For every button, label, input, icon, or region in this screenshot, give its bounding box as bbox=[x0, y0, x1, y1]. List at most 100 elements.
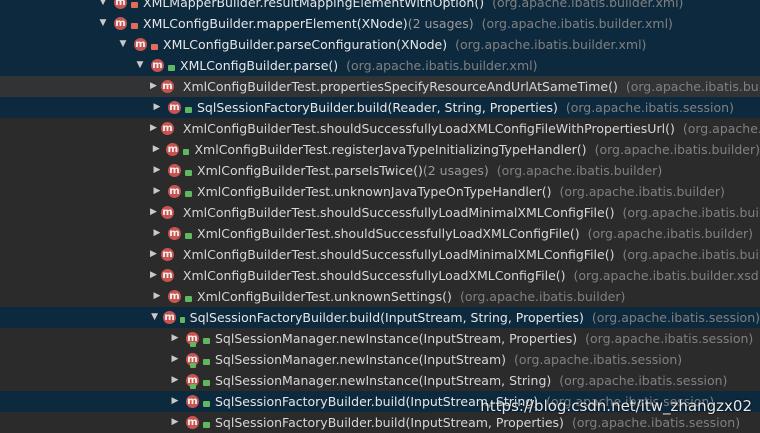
expand-arrow-icon[interactable]: ▶ bbox=[168, 328, 182, 349]
expand-arrow-icon[interactable]: ▶ bbox=[150, 160, 164, 181]
method-icon bbox=[163, 307, 177, 328]
package-name: (org.apache.ibatis.session) bbox=[565, 100, 734, 115]
tree-row[interactable]: ▶ XmlConfigBuilderTest.shouldSuccessfull… bbox=[0, 223, 760, 244]
tree-row[interactable]: ▶ XmlConfigBuilderTest.shouldSuccessfull… bbox=[0, 244, 760, 265]
tree-row[interactable]: ▶ XmlConfigBuilderTest.unknownSettings()… bbox=[0, 286, 760, 307]
tree-row[interactable]: ▼ XMLConfigBuilder.parse() (org.apache.i… bbox=[0, 55, 760, 76]
method-name: XMLMapperBuilder.resultMappingElementWit… bbox=[143, 0, 485, 10]
method-icon bbox=[166, 139, 180, 160]
static-method-icon bbox=[186, 370, 199, 391]
expand-arrow-icon[interactable]: ▼ bbox=[133, 55, 147, 76]
method-name: XmlConfigBuilderTest.parseIsTwice() bbox=[197, 163, 423, 178]
package-name: (org.apache.ibatis.session) bbox=[514, 352, 683, 367]
static-overlay-icon bbox=[190, 342, 196, 347]
expand-arrow-icon[interactable]: ▼ bbox=[116, 34, 130, 55]
method-name: XmlConfigBuilderTest.unknownJavaTypeOnTy… bbox=[197, 184, 552, 199]
expand-arrow-icon[interactable]: ▶ bbox=[150, 181, 164, 202]
tree-row[interactable]: ▶ SqlSessionManager.newInstance(InputStr… bbox=[0, 328, 760, 349]
method-name: XmlConfigBuilderTest.propertiesSpecifyRe… bbox=[182, 79, 618, 94]
tree-row[interactable]: ▶ XmlConfigBuilderTest.propertiesSpecify… bbox=[0, 76, 760, 97]
package-name: (org.apache.ibatis.builder.xml) bbox=[455, 37, 647, 52]
expand-arrow-icon[interactable]: ▶ bbox=[150, 265, 157, 286]
public-icon bbox=[203, 379, 210, 386]
static-overlay-icon bbox=[190, 363, 196, 368]
package-name: (org.apache.ibatis.builder.xsd) bbox=[573, 268, 760, 283]
package-name: (org.apache.ibatis.builder bbox=[622, 205, 760, 220]
tree-row[interactable]: ▶ SqlSessionFactoryBuilder.build(InputSt… bbox=[0, 412, 760, 433]
expand-arrow-icon[interactable]: ▶ bbox=[168, 412, 182, 433]
method-name: XmlConfigBuilderTest.shouldSuccessfullyL… bbox=[182, 247, 615, 262]
method-icon bbox=[186, 412, 199, 433]
expand-arrow-icon[interactable]: ▶ bbox=[150, 97, 164, 118]
package-name: (org.apache.iba bbox=[682, 121, 760, 136]
package-name: (org.apache.ibatis.builder.xml) bbox=[481, 16, 673, 31]
method-icon bbox=[114, 13, 127, 34]
static-overlay-icon bbox=[190, 384, 196, 389]
method-icon bbox=[160, 265, 174, 286]
method-name: XMLConfigBuilder.parseConfiguration(XNod… bbox=[163, 37, 448, 52]
expand-arrow-icon[interactable]: ▶ bbox=[150, 139, 162, 160]
public-icon bbox=[168, 64, 175, 71]
static-method-icon bbox=[186, 349, 199, 370]
expand-arrow-icon[interactable]: ▶ bbox=[150, 76, 157, 97]
usage-count: (2 usages) bbox=[407, 16, 474, 31]
method-name: XMLConfigBuilder.mapperElement(XNode) bbox=[143, 16, 408, 31]
package-name: (org.apache.ibatis.builder) bbox=[459, 289, 626, 304]
tree-row[interactable]: ▶ XmlConfigBuilderTest.shouldSuccessfull… bbox=[0, 118, 760, 139]
method-name: SqlSessionManager.newInstance(InputStrea… bbox=[215, 373, 552, 388]
method-icon bbox=[186, 391, 199, 412]
tree-row[interactable]: ▼ SqlSessionFactoryBuilder.build(InputSt… bbox=[0, 307, 760, 328]
expand-arrow-icon[interactable]: ▼ bbox=[96, 0, 110, 13]
expand-arrow-icon[interactable]: ▶ bbox=[150, 286, 164, 307]
expand-arrow-icon[interactable]: ▶ bbox=[168, 349, 182, 370]
tree-row[interactable]: ▶ XmlConfigBuilderTest.registerJavaTypeI… bbox=[0, 139, 760, 160]
public-icon bbox=[185, 106, 192, 113]
tree-row[interactable]: ▶ SqlSessionManager.newInstance(InputStr… bbox=[0, 370, 760, 391]
package-name: (org.apache.ibatis.builder) bbox=[594, 142, 760, 157]
tree-row[interactable]: ▶ XmlConfigBuilderTest.shouldSuccessfull… bbox=[0, 202, 760, 223]
expand-arrow-icon[interactable]: ▶ bbox=[150, 118, 157, 139]
package-name: (org.apache.ibatis.session) bbox=[585, 331, 754, 346]
package-name: (org.apache.ibatis.builder) bbox=[559, 184, 725, 199]
expand-arrow-icon[interactable]: ▼ bbox=[150, 307, 159, 328]
tree-row[interactable]: ▶ SqlSessionFactoryBuilder.build(Reader,… bbox=[0, 97, 760, 118]
tree-row[interactable]: ▼ XMLMapperBuilder.resultMappingElementW… bbox=[0, 0, 760, 13]
method-name: SqlSessionFactoryBuilder.build(InputStre… bbox=[189, 310, 584, 325]
package-name: (org.apache.ibatis.builde bbox=[625, 79, 760, 94]
public-icon bbox=[203, 337, 210, 344]
package-name: (org.apache.ibatis.session) bbox=[571, 415, 741, 430]
tree-row[interactable]: ▶ XmlConfigBuilderTest.unknownJavaTypeOn… bbox=[0, 181, 760, 202]
method-icon bbox=[168, 181, 181, 202]
method-icon bbox=[168, 97, 181, 118]
method-name: XmlConfigBuilderTest.registerJavaTypeIni… bbox=[194, 142, 587, 157]
expand-arrow-icon[interactable]: ▶ bbox=[150, 244, 157, 265]
package-name: (org.apache.ibatis.builder bbox=[622, 247, 760, 262]
method-icon bbox=[160, 202, 174, 223]
expand-arrow-icon[interactable]: ▶ bbox=[168, 370, 182, 391]
tree-row[interactable]: ▶ XmlConfigBuilderTest.parseIsTwice() (2… bbox=[0, 160, 760, 181]
public-icon bbox=[185, 295, 192, 302]
package-name: (org.apache.ibatis.builder.xml) bbox=[346, 58, 538, 73]
lock-icon bbox=[131, 1, 138, 8]
static-method-icon bbox=[186, 328, 199, 349]
expand-arrow-icon[interactable]: ▶ bbox=[168, 391, 182, 412]
package-name: (org.apache.ibatis.session) bbox=[591, 310, 760, 325]
package-name: (org.apache.ibatis.builder) bbox=[496, 163, 663, 178]
tree-row[interactable]: ▶ SqlSessionManager.newInstance(InputStr… bbox=[0, 349, 760, 370]
method-name: XmlConfigBuilderTest.shouldSuccessfullyL… bbox=[197, 226, 580, 241]
tree-row[interactable]: ▶ XmlConfigBuilderTest.shouldSuccessfull… bbox=[0, 265, 760, 286]
method-name: SqlSessionFactoryBuilder.build(InputStre… bbox=[215, 415, 564, 430]
method-icon bbox=[151, 55, 164, 76]
tree-row[interactable]: ▼ XMLConfigBuilder.mapperElement(XNode) … bbox=[0, 13, 760, 34]
lock-icon bbox=[131, 22, 138, 29]
method-name: SqlSessionFactoryBuilder.build(Reader, S… bbox=[197, 100, 558, 115]
public-icon bbox=[183, 148, 190, 155]
method-icon bbox=[168, 286, 181, 307]
tree-row[interactable]: ▼ XMLConfigBuilder.parseConfiguration(XN… bbox=[0, 34, 760, 55]
expand-arrow-icon[interactable]: ▼ bbox=[96, 13, 110, 34]
method-name: XmlConfigBuilderTest.shouldSuccessfullyL… bbox=[182, 268, 566, 283]
expand-arrow-icon[interactable]: ▶ bbox=[150, 202, 157, 223]
expand-arrow-icon[interactable]: ▶ bbox=[150, 223, 164, 244]
method-name: XmlConfigBuilderTest.shouldSuccessfullyL… bbox=[182, 121, 675, 136]
public-icon bbox=[203, 358, 210, 365]
